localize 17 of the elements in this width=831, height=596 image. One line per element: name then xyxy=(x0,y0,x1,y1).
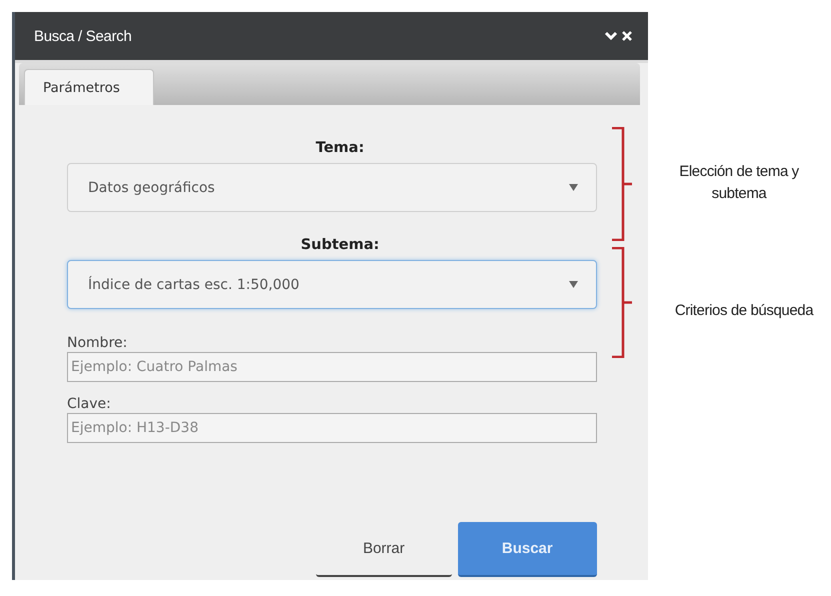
caret-icon xyxy=(569,184,578,191)
input-field[interactable]: Ejemplo: Cuatro Palmas xyxy=(67,352,597,382)
collapse-button[interactable] xyxy=(602,31,620,41)
caret-icon xyxy=(569,281,578,288)
dropdown-select[interactable]: Datos geográficos xyxy=(67,163,597,212)
input-field[interactable]: Ejemplo: H13-D38 xyxy=(67,413,597,443)
dropdown-select[interactable]: Índice de cartas esc. 1:50,000 xyxy=(67,260,597,309)
field-label: Tema: xyxy=(314,139,366,158)
clear-button[interactable]: Borrar xyxy=(316,522,452,577)
close-button[interactable] xyxy=(620,31,634,41)
field-label: Nombre: xyxy=(67,334,128,352)
tab[interactable]: Parámetros xyxy=(24,69,154,105)
field-label: Clave: xyxy=(67,395,112,413)
annotation-text: Criterios de búsqueda xyxy=(674,301,815,321)
field-label: Subtema: xyxy=(300,236,380,255)
window-title: Busca / Search xyxy=(34,28,133,44)
annotation-text: Elección de tema y subtema xyxy=(678,162,800,204)
